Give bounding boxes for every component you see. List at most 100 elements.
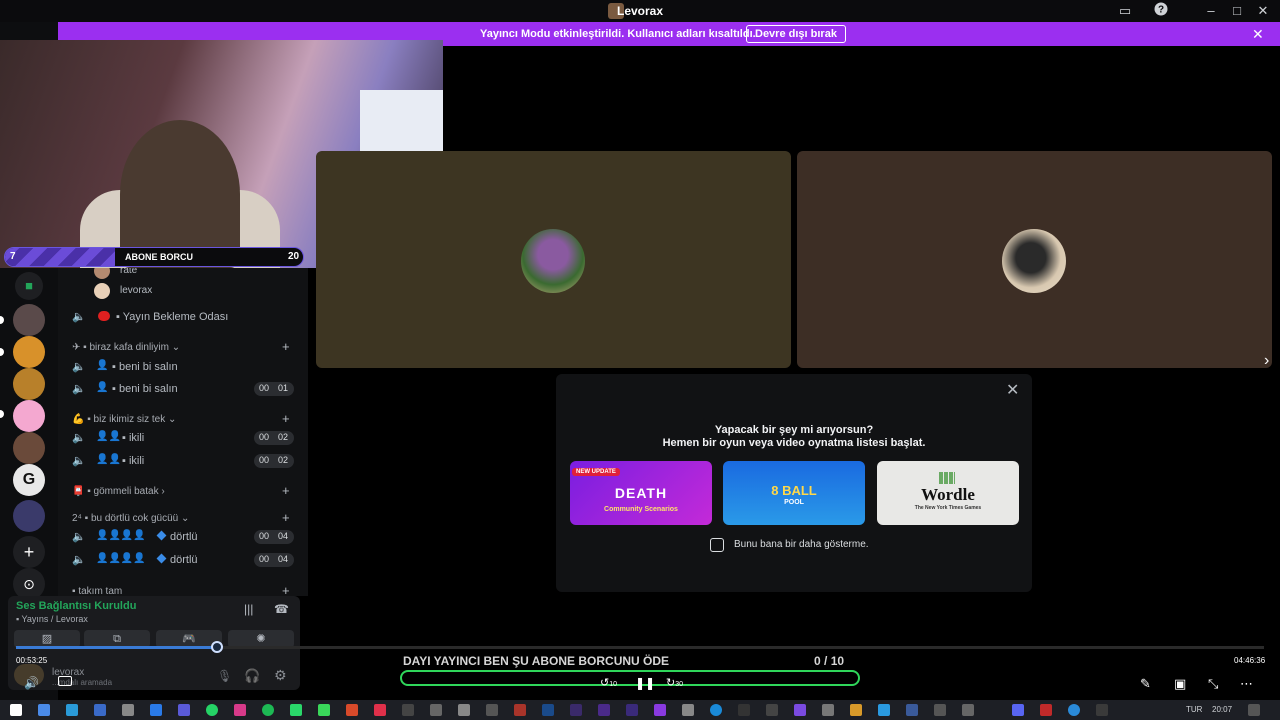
more-options-icon[interactable]: ⋯ — [1240, 676, 1253, 692]
channel-waiting-room[interactable]: 🔈 ▪ Yayın Bekleme Odası — [58, 306, 308, 328]
input-language[interactable]: TUR — [1186, 705, 1202, 714]
add-channel-icon[interactable]: + — [282, 411, 290, 426]
rewind-10-button[interactable]: ↺10 — [600, 676, 617, 689]
category-header[interactable]: ✈ ▪ biraz kafa dinliyim ⌄ + — [58, 338, 308, 356]
microphone-icon[interactable]: 🎙 — [217, 669, 232, 683]
taskbar-app-icon[interactable] — [290, 704, 302, 716]
taskbar-app-icon[interactable] — [766, 704, 778, 716]
photoshop-icon[interactable] — [542, 704, 554, 716]
taskbar-app-icon[interactable] — [1068, 704, 1080, 716]
dont-show-again-checkbox[interactable] — [710, 538, 724, 552]
volume-icon[interactable]: 🔊 — [24, 676, 39, 690]
activity-card-death-by-ai[interactable]: NEW UPDATE DEATH Community Scenarios — [570, 461, 712, 525]
server-icon[interactable] — [13, 368, 45, 400]
server-icon[interactable] — [13, 432, 45, 464]
forward-30-button[interactable]: ↻30 — [666, 676, 683, 689]
taskbar-app-icon[interactable] — [486, 704, 498, 716]
minimize-icon[interactable]: – — [1200, 2, 1222, 20]
voice-channel-path[interactable]: ▪ Yayıns / Levorax — [16, 614, 88, 624]
instagram-icon[interactable] — [234, 704, 246, 716]
taskbar-app-icon[interactable] — [654, 704, 666, 716]
voice-channel[interactable]: 🔈 👤👤👤👤 dörtlü 00 04 — [58, 526, 308, 548]
scrubber-handle[interactable] — [211, 641, 223, 653]
pause-button[interactable]: ❚❚ — [635, 676, 655, 690]
banner-close-icon[interactable]: ✕ — [1252, 26, 1264, 43]
server-icon[interactable]: G — [13, 464, 45, 496]
noise-suppression-icon[interactable]: ||| — [244, 602, 253, 616]
close-icon[interactable]: ✕ — [1252, 2, 1274, 20]
settings-gear-icon[interactable]: ⚙ — [274, 667, 287, 684]
video-tile[interactable] — [316, 151, 791, 368]
server-icon[interactable] — [13, 304, 45, 336]
steam-icon[interactable] — [906, 704, 918, 716]
premiere-icon[interactable] — [598, 704, 610, 716]
clock[interactable]: 20:07 — [1212, 705, 1232, 714]
taskbar-app-icon[interactable] — [66, 704, 78, 716]
windows-start-icon[interactable] — [10, 704, 22, 716]
edge-icon[interactable] — [710, 704, 722, 716]
video-tile[interactable] — [797, 151, 1272, 368]
add-channel-icon[interactable]: + — [282, 510, 290, 525]
taskbar-app-icon[interactable] — [346, 704, 358, 716]
illustrator-icon[interactable] — [514, 704, 526, 716]
taskbar-app-icon[interactable] — [682, 704, 694, 716]
maximize-icon[interactable]: □ — [1226, 2, 1248, 20]
whatsapp-icon[interactable] — [206, 704, 218, 716]
taskbar-app-icon[interactable] — [878, 704, 890, 716]
vscode-icon[interactable] — [150, 704, 162, 716]
pencil-icon[interactable]: ✎ — [1140, 676, 1151, 692]
taskbar-app-icon[interactable] — [458, 704, 470, 716]
disable-streamer-mode-button[interactable]: Devre dışı bırak — [746, 25, 846, 43]
taskbar-app-icon[interactable] — [1040, 704, 1052, 716]
picture-in-picture-icon[interactable]: ▣ — [1174, 676, 1186, 692]
server-icon[interactable] — [13, 336, 45, 368]
after-effects-icon[interactable] — [626, 704, 638, 716]
modal-close-icon[interactable]: ✕ — [1006, 380, 1019, 400]
category-header[interactable]: 2⁴ ▪ bu dörtlü cok gücüü ⌄ + — [58, 509, 308, 527]
taskbar-app-icon[interactable] — [822, 704, 834, 716]
server-folder-icon[interactable] — [13, 500, 45, 532]
video-progress-bar[interactable] — [16, 646, 1264, 649]
activity-card-8-ball-pool[interactable]: 8 BALL POOL — [723, 461, 865, 525]
disconnect-icon[interactable]: ☎ — [274, 602, 289, 616]
taskbar-app-icon[interactable] — [178, 704, 190, 716]
notifications-icon[interactable] — [1248, 704, 1260, 716]
tiktok-icon[interactable] — [402, 704, 414, 716]
taskbar-app-icon[interactable] — [850, 704, 862, 716]
taskbar-app-icon[interactable] — [738, 704, 750, 716]
voice-channel[interactable]: 🔈 👤 ▪ beni bi salın 00 01 — [58, 378, 308, 400]
add-server-icon[interactable]: + — [13, 536, 45, 568]
taskbar-app-icon[interactable] — [318, 704, 330, 716]
taskbar-app-icon[interactable] — [374, 704, 386, 716]
add-channel-icon[interactable]: + — [282, 339, 290, 354]
category-header[interactable]: ▪ takım tam + — [58, 582, 308, 596]
add-channel-icon[interactable]: + — [282, 583, 290, 596]
chevron-right-icon[interactable]: › — [1264, 352, 1269, 370]
headphones-icon[interactable]: 🎧 — [244, 668, 260, 684]
activity-card-wordle[interactable]: Wordle The New York Times Games — [877, 461, 1019, 525]
taskbar-app-icon[interactable] — [430, 704, 442, 716]
taskbar-app-icon[interactable] — [122, 704, 134, 716]
taskbar-app-icon[interactable] — [1096, 704, 1108, 716]
category-header[interactable]: 📮 ▪ gömmeli batak › + — [58, 482, 308, 500]
add-channel-icon[interactable]: + — [282, 483, 290, 498]
captions-icon[interactable] — [58, 676, 72, 686]
help-icon[interactable]: ? — [1150, 2, 1172, 20]
spotify-icon[interactable] — [262, 704, 274, 716]
voice-channel[interactable]: 🔈 👤👤👤👤 dörtlü 00 04 — [58, 549, 308, 571]
taskbar-app-icon[interactable] — [934, 704, 946, 716]
folder-icon[interactable]: ■ — [15, 272, 43, 300]
taskbar-app-icon[interactable] — [794, 704, 806, 716]
taskbar-app-icon[interactable] — [94, 704, 106, 716]
category-header[interactable]: 💪 ▪ biz ikimiz siz tek ⌄ + — [58, 410, 308, 428]
cast-icon[interactable]: ▭ — [1114, 2, 1136, 20]
discord-taskbar-icon[interactable] — [1012, 704, 1024, 716]
minimize-player-icon[interactable]: ⤡ — [1208, 676, 1218, 692]
voice-channel[interactable]: 🔈 👤 ▪ beni bi salın — [58, 356, 308, 378]
server-icon[interactable] — [13, 400, 45, 432]
taskbar-app-icon[interactable] — [570, 704, 582, 716]
voice-channel[interactable]: 🔈 👤👤 ▪ ikili 00 02 — [58, 427, 308, 449]
taskbar-app-icon[interactable] — [962, 704, 974, 716]
voice-channel[interactable]: 🔈 👤👤 ▪ ikili 00 02 — [58, 450, 308, 472]
taskbar-app-icon[interactable] — [38, 704, 50, 716]
